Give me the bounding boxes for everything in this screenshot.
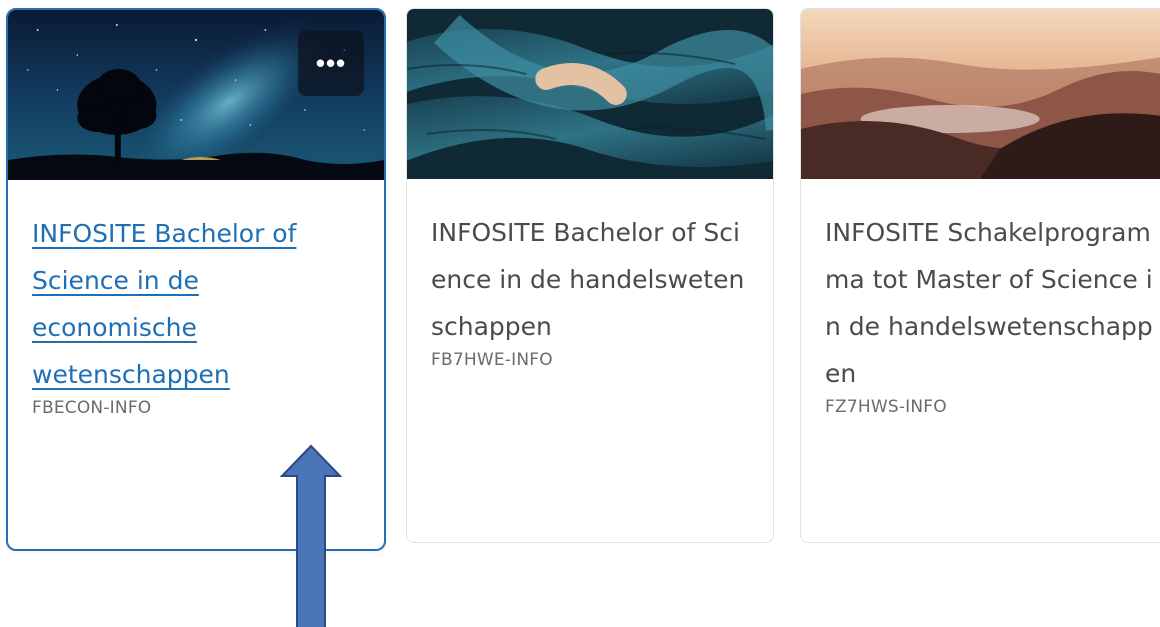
course-code: FBECON-INFO — [32, 398, 152, 418]
course-card-image-mountains[interactable] — [801, 9, 1160, 179]
course-card-body: INFOSITE Bachelor of Science in de hande… — [407, 179, 773, 370]
course-card-fz7hws[interactable]: INFOSITE Schakelprogramma tot Master of … — [800, 8, 1160, 543]
more-options-icon: ••• — [315, 48, 347, 78]
course-card-body: INFOSITE Schakelprogramma tot Master of … — [801, 179, 1160, 417]
course-title-link[interactable]: INFOSITE Bachelor of Science in de econo… — [32, 210, 360, 398]
course-code: FZ7HWS-INFO — [825, 397, 947, 417]
mountain-sunset-image — [801, 9, 1160, 179]
course-code: FB7HWE-INFO — [431, 350, 553, 370]
course-card-image-rope[interactable] — [407, 9, 773, 179]
course-dashboard: ••• INFOSITE Bachelor of Science in de e… — [0, 0, 1160, 627]
up-arrow-icon — [280, 444, 342, 627]
more-options-button[interactable]: ••• — [298, 30, 364, 96]
course-title[interactable]: INFOSITE Schakelprogramma tot Master of … — [825, 209, 1155, 397]
teal-rope-image — [407, 9, 773, 179]
course-title[interactable]: INFOSITE Bachelor of Science in de hande… — [431, 209, 749, 350]
course-card-image-night-sky[interactable]: ••• — [8, 10, 384, 180]
course-card-body: INFOSITE Bachelor of Science in de econo… — [8, 180, 384, 418]
course-card-fb7hwe[interactable]: INFOSITE Bachelor of Science in de hande… — [406, 8, 774, 543]
